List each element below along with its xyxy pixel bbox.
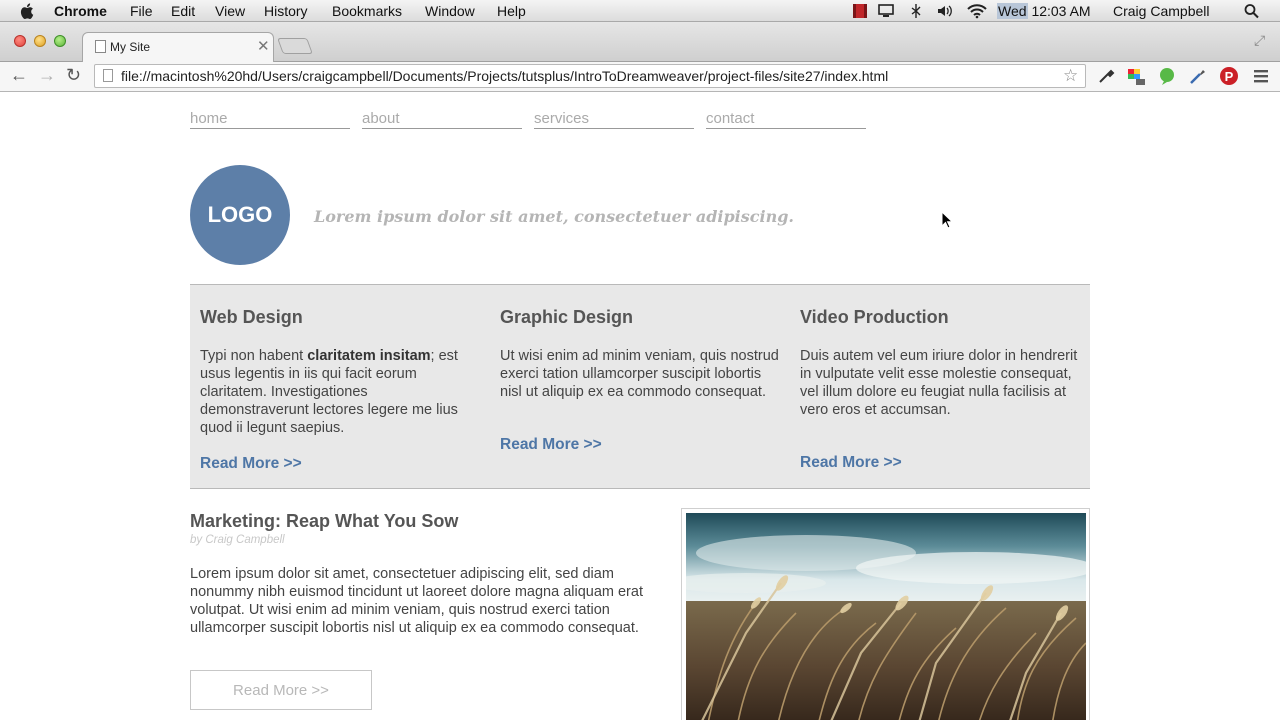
menubar-clock[interactable]: Wed 12:03 AM	[997, 3, 1091, 19]
color-picker-extension-icon[interactable]	[1188, 66, 1208, 86]
menubar-user[interactable]: Craig Campbell	[1113, 3, 1209, 19]
article-byline: by Craig Campbell	[190, 534, 285, 546]
bluetooth-icon[interactable]	[907, 3, 925, 19]
mouse-cursor-icon	[941, 211, 953, 229]
evernote-extension-icon[interactable]	[1157, 66, 1177, 86]
fullscreen-icon[interactable]: ⤢	[1254, 32, 1265, 49]
volume-icon[interactable]	[936, 3, 954, 19]
screen-recorder-icon[interactable]	[851, 3, 869, 19]
window-zoom-button[interactable]	[54, 35, 66, 47]
forward-arrow-icon[interactable]: →	[38, 66, 56, 84]
bookmark-star-icon[interactable]: ☆	[1063, 66, 1078, 86]
url-text[interactable]: file://macintosh%20hd/Users/craigcampbel…	[121, 68, 888, 84]
nav-link-services[interactable]: services	[534, 110, 694, 129]
article-photo	[681, 508, 1090, 720]
wifi-icon[interactable]	[966, 3, 988, 19]
service-title: Web Design	[200, 307, 303, 327]
page-icon	[95, 40, 106, 53]
service-description: Ut wisi enim ad minim veniam, quis nostr…	[500, 348, 779, 400]
service-title: Graphic Design	[500, 307, 634, 327]
menu-icon[interactable]	[1251, 66, 1271, 86]
color-palette-extension-icon[interactable]	[1126, 66, 1146, 86]
spotlight-search-icon[interactable]	[1243, 3, 1261, 19]
window-close-button[interactable]	[14, 35, 26, 47]
new-tab-button[interactable]	[277, 38, 313, 54]
eyedropper-extension-icon[interactable]	[1096, 66, 1116, 86]
menu-app-name[interactable]: Chrome	[54, 3, 107, 19]
display-icon[interactable]	[877, 3, 895, 19]
service-description-bold: claritatem insitam	[307, 348, 431, 364]
article-body: Lorem ipsum dolor sit amet, consectetuer…	[190, 566, 643, 636]
article-read-more-button[interactable]: Read More >>	[190, 670, 372, 710]
read-more-link[interactable]: Read More >>	[500, 436, 602, 454]
page-viewport: home about services contact LOGO Lorem i…	[0, 93, 1280, 720]
nav-link-contact[interactable]: contact	[706, 110, 866, 129]
page-icon	[103, 69, 113, 82]
service-description: Duis autem vel eum iriure dolor in hendr…	[800, 348, 1078, 418]
menu-file[interactable]: File	[130, 3, 153, 19]
read-more-link[interactable]: Read More >>	[800, 454, 902, 472]
browser-tab[interactable]: My Site ✕	[82, 32, 274, 63]
menu-window[interactable]: Window	[425, 3, 475, 19]
menu-help[interactable]: Help	[497, 3, 526, 19]
read-more-link[interactable]: Read More >>	[200, 455, 302, 473]
services-panel: Web Design Typi non habent claritatem in…	[190, 284, 1090, 489]
back-arrow-icon[interactable]: ←	[10, 66, 28, 84]
address-bar[interactable]: file://macintosh%20hd/Users/craigcampbel…	[94, 64, 1086, 88]
article-title[interactable]: Marketing: Reap What You Sow	[190, 511, 458, 532]
wheat-field-photo	[686, 513, 1086, 720]
tab-close-icon[interactable]: ✕	[257, 37, 270, 55]
service-title: Video Production	[800, 307, 949, 327]
nav-link-about[interactable]: about	[362, 110, 522, 129]
service-description: Typi non habent claritatem insitam; est …	[200, 348, 458, 436]
menu-edit[interactable]: Edit	[171, 3, 195, 19]
clock-day: Wed	[997, 3, 1028, 19]
tab-title: My Site	[110, 40, 151, 54]
mac-menubar: Chrome File Edit View History Bookmarks …	[0, 0, 1280, 22]
site-logo[interactable]: LOGO	[190, 165, 290, 265]
menu-view[interactable]: View	[215, 3, 245, 19]
reload-icon[interactable]: ↻	[66, 66, 81, 84]
svg-text:P: P	[1225, 69, 1234, 84]
nav-link-home[interactable]: home	[190, 110, 350, 129]
pinterest-extension-icon[interactable]: P	[1219, 66, 1239, 86]
clock-time: 12:03 AM	[1031, 3, 1091, 19]
window-minimize-button[interactable]	[34, 35, 46, 47]
menu-bookmarks[interactable]: Bookmarks	[332, 3, 402, 19]
apple-menu-icon[interactable]	[20, 2, 36, 20]
site-tagline: Lorem ipsum dolor sit amet, consectetuer…	[314, 207, 794, 226]
menu-history[interactable]: History	[264, 3, 308, 19]
